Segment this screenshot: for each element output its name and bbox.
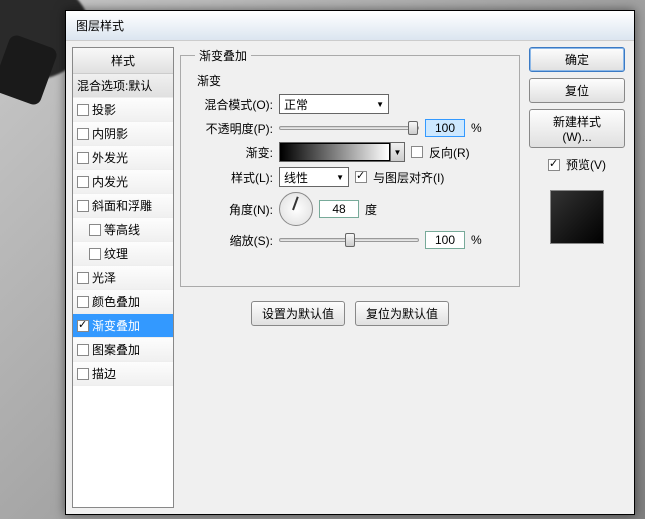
scale-label: 缩放(S):: [195, 232, 273, 249]
style-label: 描边: [92, 365, 116, 382]
ok-button[interactable]: 确定: [529, 47, 625, 72]
style-item-斜面和浮雕[interactable]: 斜面和浮雕: [73, 194, 173, 218]
gradient-label: 渐变:: [195, 144, 273, 161]
preview-checkbox[interactable]: [548, 159, 560, 171]
right-panel: 确定 复位 新建样式(W)... 预览(V): [526, 47, 628, 508]
style-item-内阴影[interactable]: 内阴影: [73, 122, 173, 146]
style-label: 等高线: [104, 221, 140, 238]
style-list-header: 样式: [73, 48, 173, 74]
style-checkbox[interactable]: [77, 152, 89, 164]
blending-options-item[interactable]: 混合选项:默认: [73, 74, 173, 98]
scale-slider[interactable]: [279, 238, 419, 242]
angle-dial[interactable]: [279, 192, 313, 226]
style-label: 光泽: [92, 269, 116, 286]
style-checkbox[interactable]: [77, 104, 89, 116]
opacity-label: 不透明度(P):: [195, 120, 273, 137]
style-checkbox[interactable]: [77, 320, 89, 332]
reset-default-button[interactable]: 复位为默认值: [355, 301, 449, 326]
angle-input[interactable]: 48: [319, 200, 359, 218]
style-label: 渐变叠加: [92, 317, 140, 334]
style-label: 投影: [92, 101, 116, 118]
blend-mode-label: 混合模式(O):: [195, 96, 273, 113]
style-checkbox[interactable]: [77, 272, 89, 284]
style-label: 外发光: [92, 149, 128, 166]
style-label: 斜面和浮雕: [92, 197, 152, 214]
cancel-button[interactable]: 复位: [529, 78, 625, 103]
style-checkbox[interactable]: [89, 248, 101, 260]
opacity-input[interactable]: 100: [425, 119, 465, 137]
style-checkbox[interactable]: [89, 224, 101, 236]
style-label: 样式(L):: [195, 169, 273, 186]
panel-legend: 渐变叠加: [195, 47, 251, 64]
titlebar[interactable]: 图层样式: [66, 11, 634, 41]
align-label: 与图层对齐(I): [373, 169, 444, 186]
angle-label: 角度(N):: [195, 201, 273, 218]
style-item-光泽[interactable]: 光泽: [73, 266, 173, 290]
gradient-overlay-panel: 渐变叠加 渐变 混合模式(O): 正常▼ 不透明度(P): 100 % 渐变: …: [180, 47, 520, 508]
style-checkbox[interactable]: [77, 176, 89, 188]
style-label: 图案叠加: [92, 341, 140, 358]
style-item-等高线[interactable]: 等高线: [73, 218, 173, 242]
dialog-title: 图层样式: [76, 19, 124, 33]
preview-label: 预览(V): [566, 156, 606, 173]
reverse-checkbox[interactable]: [411, 146, 423, 158]
style-item-内发光[interactable]: 内发光: [73, 170, 173, 194]
style-item-纹理[interactable]: 纹理: [73, 242, 173, 266]
style-checkbox[interactable]: [77, 368, 89, 380]
opacity-slider[interactable]: [279, 126, 419, 130]
preview-swatch: [550, 190, 604, 244]
style-list: 样式 混合选项:默认 投影内阴影外发光内发光斜面和浮雕等高线纹理光泽颜色叠加渐变…: [72, 47, 174, 508]
style-dropdown[interactable]: 线性▼: [279, 167, 349, 187]
style-item-投影[interactable]: 投影: [73, 98, 173, 122]
style-item-描边[interactable]: 描边: [73, 362, 173, 386]
style-label: 内阴影: [92, 125, 128, 142]
style-label: 内发光: [92, 173, 128, 190]
style-checkbox[interactable]: [77, 344, 89, 356]
style-checkbox[interactable]: [77, 296, 89, 308]
style-item-图案叠加[interactable]: 图案叠加: [73, 338, 173, 362]
style-checkbox[interactable]: [77, 200, 89, 212]
new-style-button[interactable]: 新建样式(W)...: [529, 109, 625, 148]
style-label: 颜色叠加: [92, 293, 140, 310]
gradient-picker[interactable]: ▼: [279, 142, 405, 162]
reverse-label: 反向(R): [429, 144, 470, 161]
make-default-button[interactable]: 设置为默认值: [251, 301, 345, 326]
layer-style-dialog: 图层样式 样式 混合选项:默认 投影内阴影外发光内发光斜面和浮雕等高线纹理光泽颜…: [65, 10, 635, 515]
panel-subhead: 渐变: [197, 72, 505, 89]
style-checkbox[interactable]: [77, 128, 89, 140]
style-item-外发光[interactable]: 外发光: [73, 146, 173, 170]
scale-input[interactable]: 100: [425, 231, 465, 249]
style-item-颜色叠加[interactable]: 颜色叠加: [73, 290, 173, 314]
blend-mode-dropdown[interactable]: 正常▼: [279, 94, 389, 114]
align-checkbox[interactable]: [355, 171, 367, 183]
style-label: 纹理: [104, 245, 128, 262]
style-item-渐变叠加[interactable]: 渐变叠加: [73, 314, 173, 338]
